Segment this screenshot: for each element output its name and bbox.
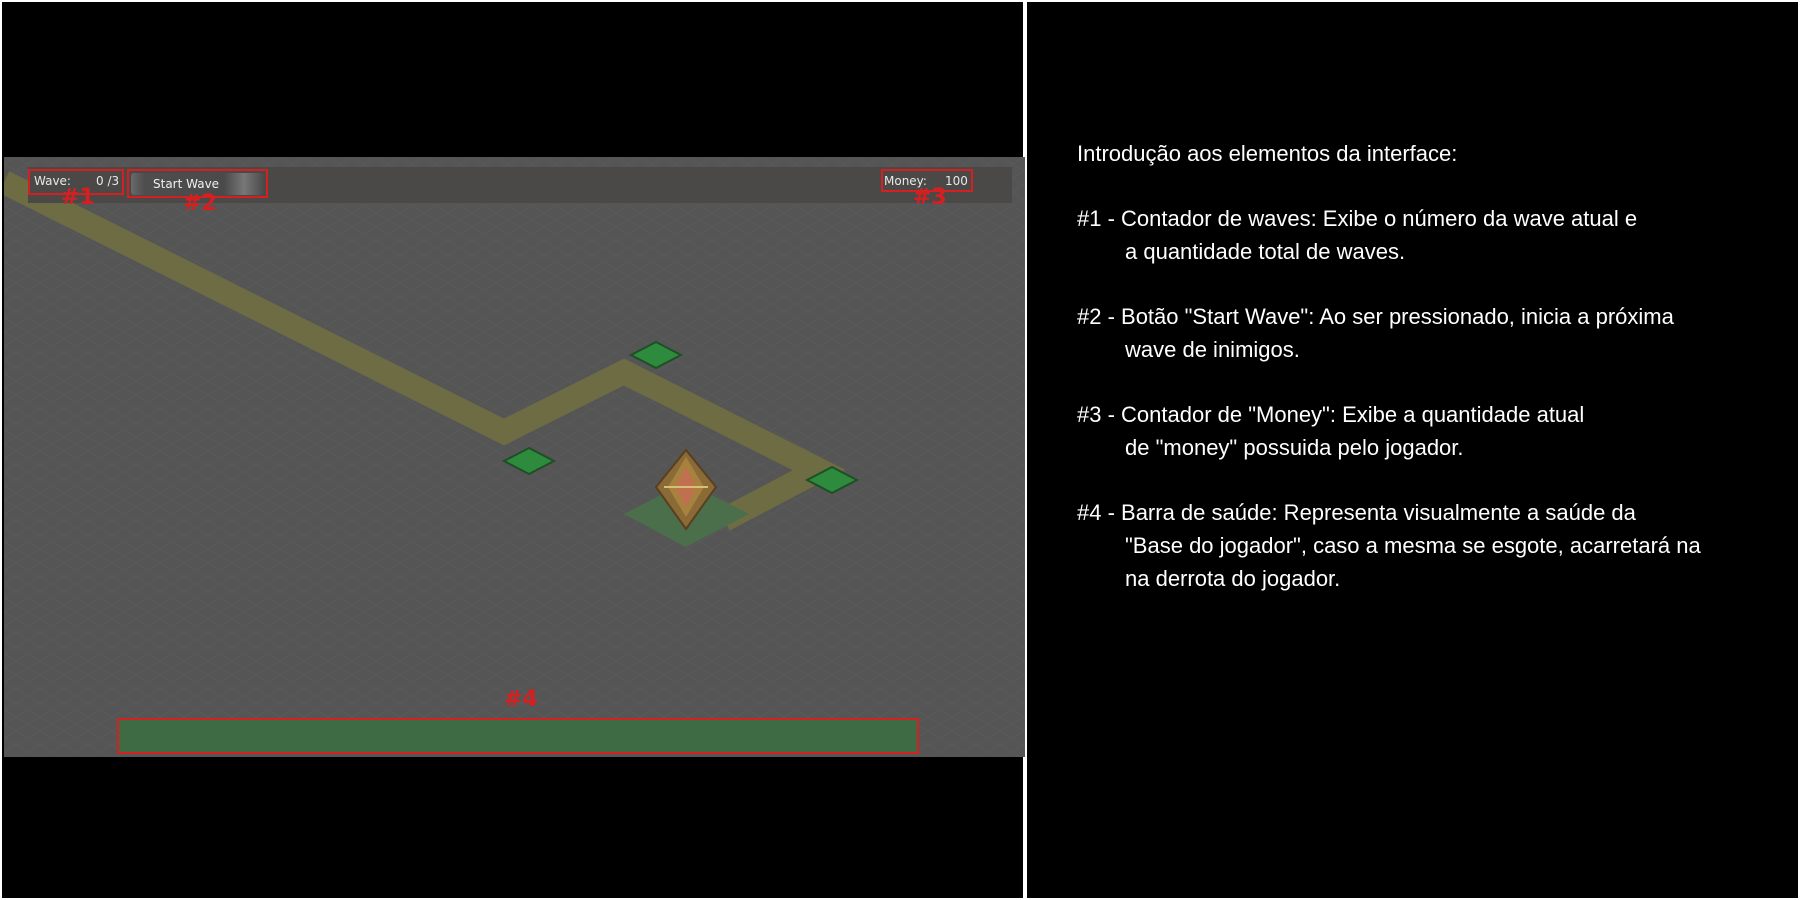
instruction-line: #3 - Contador de "Money": Exibe a quanti… [1077, 402, 1585, 427]
game-view[interactable]: Wave: 0 /3 #1 Start Wave #2 Money: 100 #… [4, 157, 1025, 757]
instructions-panel: Introdução aos elementos da interface: #… [1025, 0, 1800, 900]
instruction-item-2: #2 - Botão "Start Wave": Ao ser pression… [1077, 300, 1777, 366]
game-screenshot-panel: Wave: 0 /3 #1 Start Wave #2 Money: 100 #… [0, 0, 1025, 900]
instruction-line: #4 - Barra de saúde: Representa visualme… [1077, 500, 1636, 525]
game-map [4, 157, 1025, 757]
instruction-item-1: #1 - Contador de waves: Exibe o número d… [1077, 202, 1777, 268]
callout-label-2: #2 [183, 191, 217, 216]
instruction-line: na derrota do jogador. [1125, 566, 1341, 591]
callout-label-4: #4 [504, 687, 538, 712]
instruction-line: wave de inimigos. [1125, 337, 1300, 362]
instruction-item-4: #4 - Barra de saúde: Representa visualme… [1077, 496, 1777, 595]
instructions-text: Introdução aos elementos da interface: #… [1077, 137, 1777, 627]
instruction-item-3: #3 - Contador de "Money": Exibe a quanti… [1077, 398, 1777, 464]
instruction-line: a quantidade total de waves. [1125, 239, 1406, 264]
instruction-line: #1 - Contador de waves: Exibe o número d… [1077, 206, 1638, 231]
callout-box-4 [117, 718, 919, 754]
instructions-title: Introdução aos elementos da interface: [1077, 141, 1458, 166]
instruction-line: #2 - Botão "Start Wave": Ao ser pression… [1077, 304, 1674, 329]
instruction-line: de "money" possuida pelo jogador. [1125, 435, 1464, 460]
callout-label-1: #1 [61, 185, 95, 210]
instruction-line: "Base do jogador", caso a mesma se esgot… [1125, 533, 1701, 558]
callout-label-3: #3 [913, 185, 947, 210]
